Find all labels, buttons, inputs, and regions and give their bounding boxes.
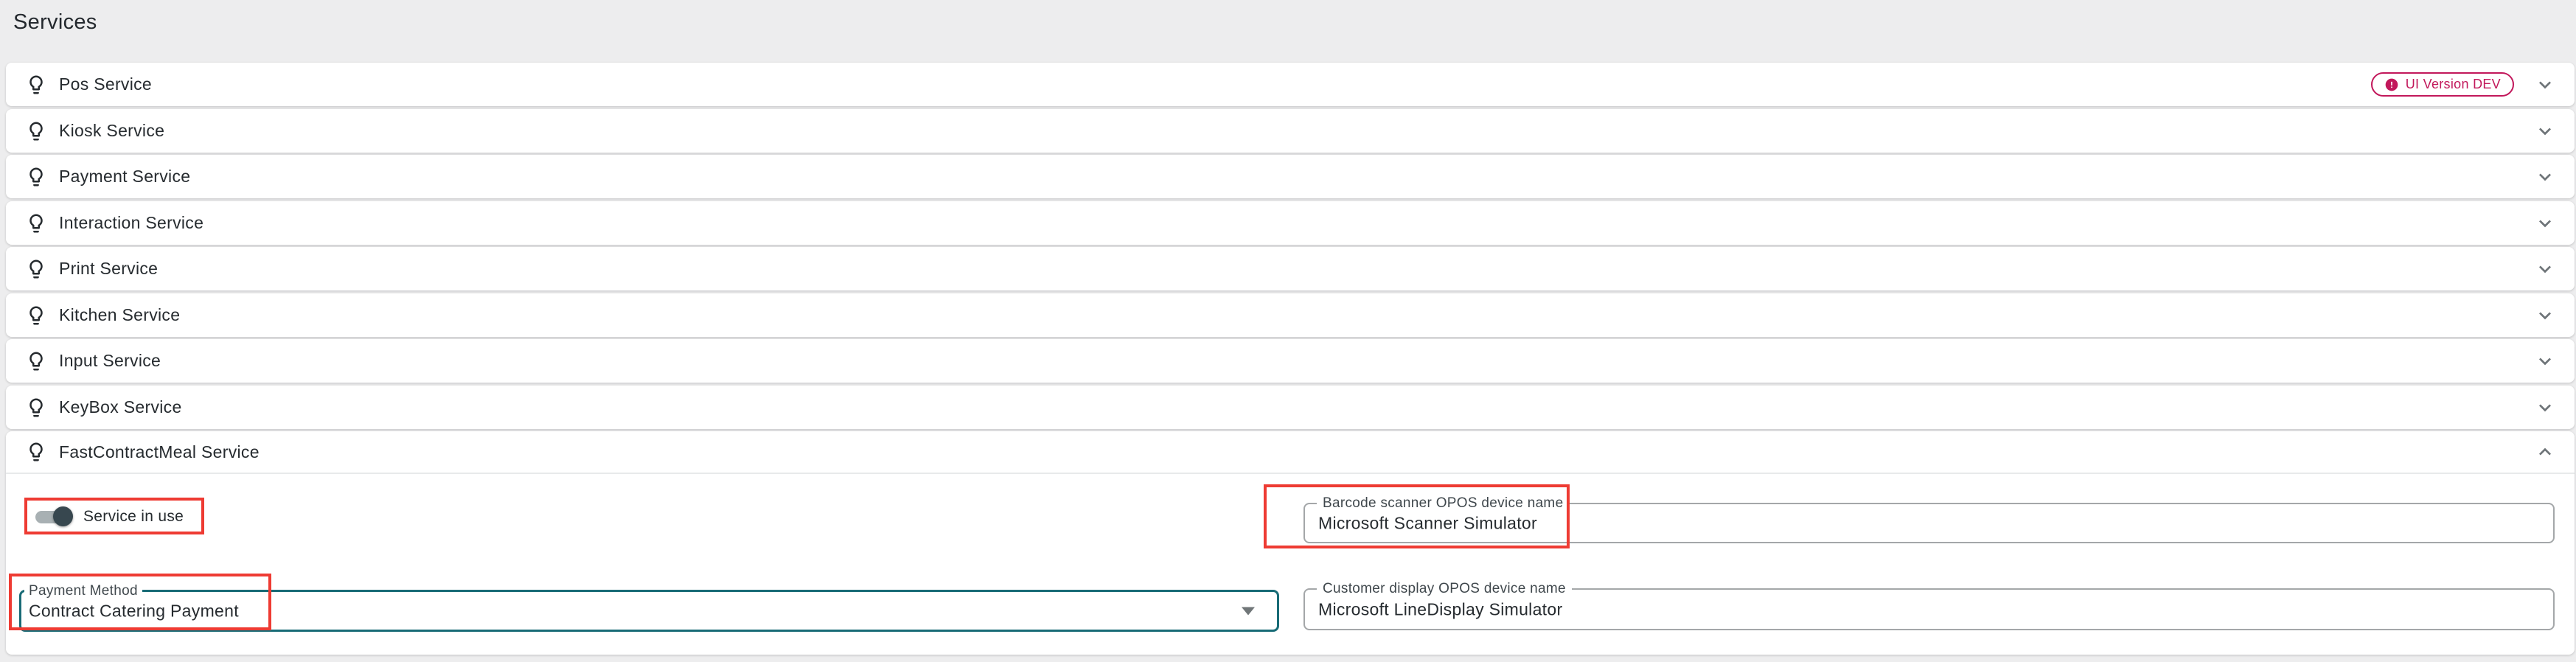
service-row-interaction[interactable]: Interaction Service xyxy=(6,201,2575,245)
lightbulb-icon xyxy=(25,74,47,96)
service-row-label: Kiosk Service xyxy=(59,121,164,141)
chevron-down-icon[interactable] xyxy=(2533,257,2557,281)
service-row-kitchen[interactable]: Kitchen Service xyxy=(6,293,2575,337)
service-row-label: Pos Service xyxy=(59,74,152,94)
toggle-thumb xyxy=(53,506,73,526)
service-row-label: Interaction Service xyxy=(59,213,203,233)
service-row-label: Kitchen Service xyxy=(59,305,180,325)
lightbulb-icon xyxy=(25,350,47,372)
chevron-down-icon[interactable] xyxy=(2533,165,2557,189)
chevron-down-icon[interactable] xyxy=(2533,212,2557,235)
chevron-down-icon[interactable] xyxy=(2533,349,2557,373)
chevron-down-icon[interactable] xyxy=(2533,73,2557,97)
service-row-label: Print Service xyxy=(59,259,158,279)
lightbulb-icon xyxy=(25,258,47,280)
service-row-payment[interactable]: Payment Service xyxy=(6,155,2575,198)
chevron-down-icon[interactable] xyxy=(2533,119,2557,143)
error-icon xyxy=(2384,77,2399,92)
lightbulb-icon xyxy=(25,304,47,327)
service-row-kiosk[interactable]: Kiosk Service xyxy=(6,109,2575,153)
lightbulb-icon xyxy=(25,441,47,463)
payment-method-label: Payment Method xyxy=(24,582,142,600)
customer-display-field[interactable]: Customer display OPOS device name Micros… xyxy=(1303,588,2555,630)
service-row-label: KeyBox Service xyxy=(59,397,182,417)
service-row-keybox[interactable]: KeyBox Service xyxy=(6,386,2575,429)
service-row-label: FastContractMeal Service xyxy=(59,442,260,462)
lightbulb-icon xyxy=(25,166,47,188)
barcode-scanner-field[interactable]: Barcode scanner OPOS device name Microso… xyxy=(1303,503,2555,543)
service-panel-fastcontractmeal: FastContractMeal Service Service in use … xyxy=(6,431,2575,655)
lightbulb-icon xyxy=(25,212,47,234)
lightbulb-icon xyxy=(25,120,47,142)
ui-version-badge: UI Version DEV xyxy=(2371,72,2514,97)
service-row-fastcontractmeal[interactable]: FastContractMeal Service xyxy=(6,431,2575,474)
service-row-label: Input Service xyxy=(59,351,161,371)
page-title: Services xyxy=(13,10,97,35)
toggle-switch[interactable] xyxy=(35,506,73,527)
customer-display-field-value: Microsoft LineDisplay Simulator xyxy=(1318,599,1562,619)
service-row-pos[interactable]: Pos Service UI Version DEV xyxy=(6,63,2575,106)
lightbulb-icon xyxy=(25,397,47,419)
barcode-scanner-field-value: Microsoft Scanner Simulator xyxy=(1318,513,1537,533)
payment-method-select[interactable]: Payment Method Contract Catering Payment xyxy=(19,590,1279,632)
ui-version-badge-label: UI Version DEV xyxy=(2406,77,2501,92)
service-row-input[interactable]: Input Service xyxy=(6,339,2575,383)
service-row-print[interactable]: Print Service xyxy=(6,247,2575,290)
services-page: Services Pos Service UI Version DEV Kios… xyxy=(0,0,2576,662)
dropdown-arrow-icon[interactable] xyxy=(1242,607,1255,615)
chevron-up-icon[interactable] xyxy=(2533,440,2557,464)
barcode-scanner-field-label: Barcode scanner OPOS device name xyxy=(1317,495,1569,512)
chevron-down-icon[interactable] xyxy=(2533,396,2557,419)
chevron-down-icon[interactable] xyxy=(2533,304,2557,327)
payment-method-value: Contract Catering Payment xyxy=(29,601,239,621)
service-in-use-toggle[interactable]: Service in use xyxy=(35,505,184,529)
customer-display-field-label: Customer display OPOS device name xyxy=(1317,580,1572,598)
service-row-label: Payment Service xyxy=(59,167,190,187)
toggle-label: Service in use xyxy=(83,508,184,526)
